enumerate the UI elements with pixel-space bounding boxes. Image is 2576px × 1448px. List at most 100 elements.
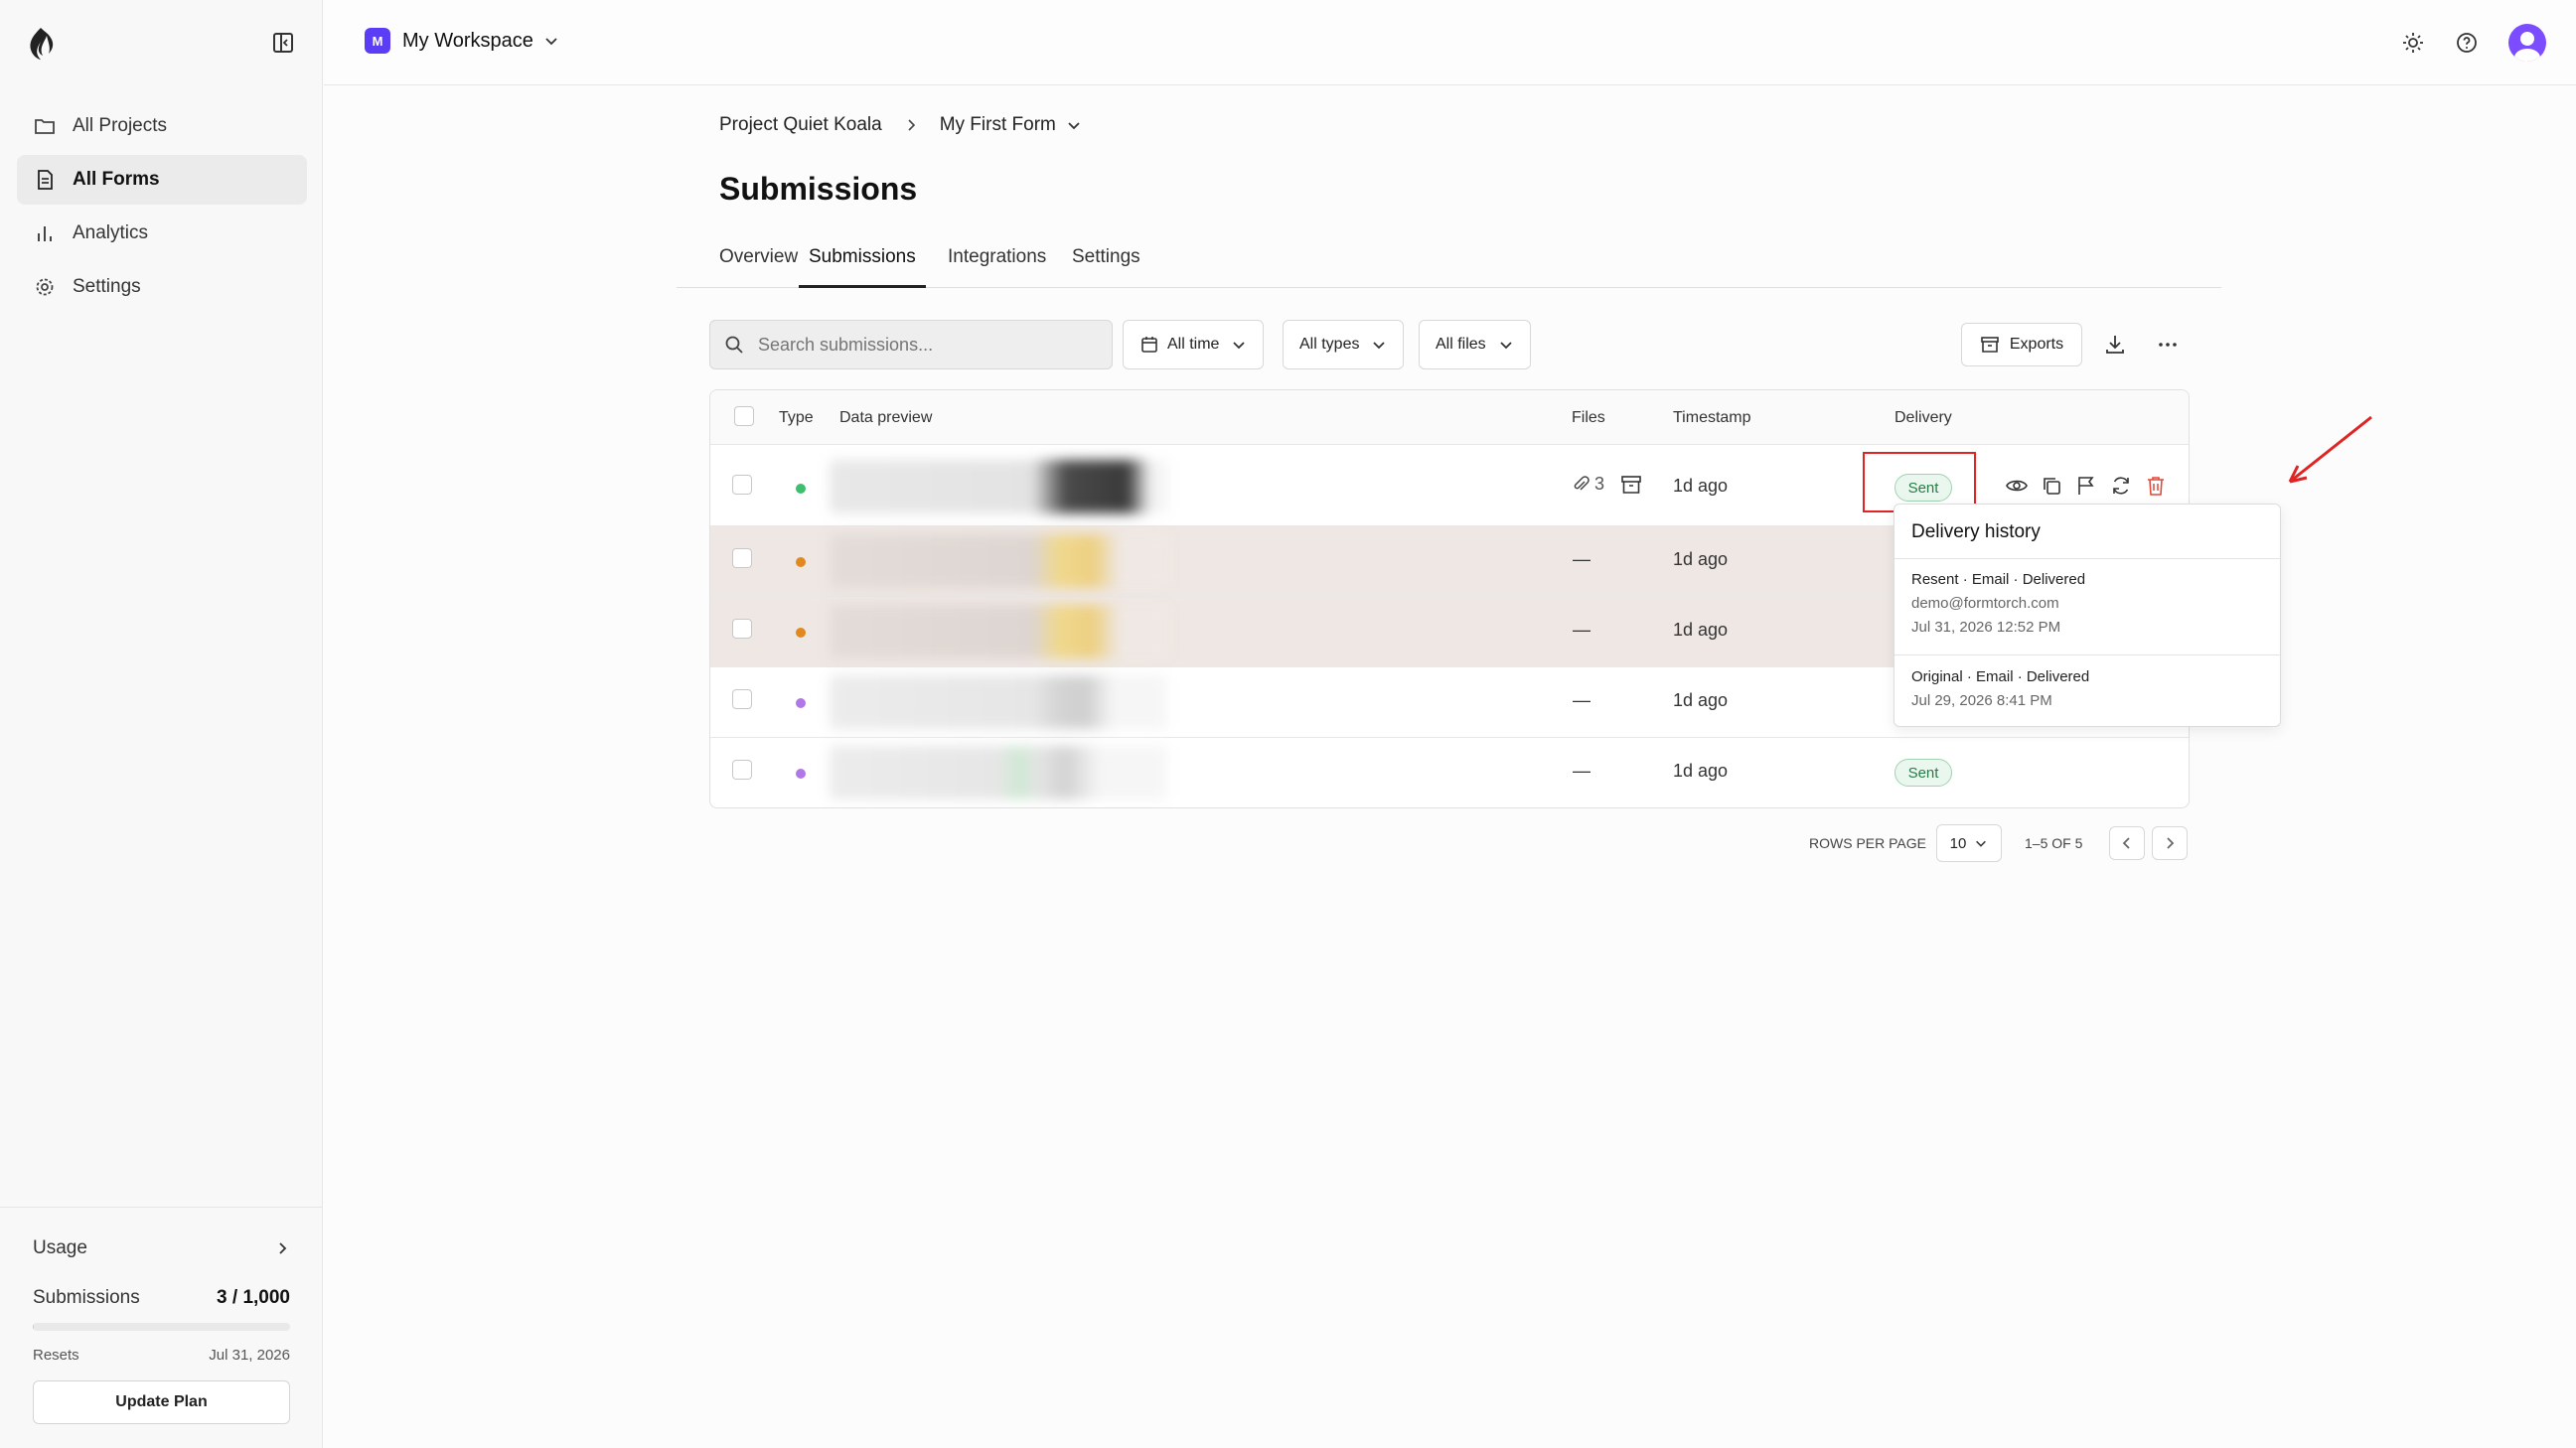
sidebar-item-all-forms[interactable]: All Forms	[17, 155, 307, 205]
search-icon	[724, 335, 744, 355]
breadcrumb: Project Quiet Koala My First Form	[719, 114, 1082, 136]
workspace-switcher[interactable]: M My Workspace	[365, 28, 559, 54]
delivery-entry: Resent · Email · Delivered demo@formtorc…	[1911, 568, 2085, 640]
tab-submissions[interactable]: Submissions	[799, 246, 926, 288]
tab-overview[interactable]: Overview	[719, 246, 798, 288]
sidebar: All Projects All Forms Analytics Setting…	[0, 0, 323, 1448]
archive-icon	[1980, 335, 2000, 355]
chevron-down-icon[interactable]	[1066, 117, 1082, 133]
select-all-checkbox[interactable]	[734, 406, 754, 426]
copy-icon[interactable]	[2041, 475, 2062, 497]
data-preview-blurred[interactable]	[830, 460, 1167, 513]
update-plan-button[interactable]: Update Plan	[33, 1380, 290, 1424]
header-timestamp: Timestamp	[1673, 409, 1751, 426]
archive-icon[interactable]	[1620, 474, 1642, 496]
table-row[interactable]: — 1d ago Sent	[710, 738, 2189, 807]
search-input[interactable]	[758, 334, 1096, 356]
time-filter[interactable]: All time	[1123, 320, 1265, 369]
usage-header[interactable]: Usage	[33, 1237, 290, 1259]
trash-icon[interactable]	[2145, 475, 2167, 497]
gear-icon	[34, 276, 56, 298]
delivery-status-badge[interactable]: Sent	[1894, 759, 1952, 787]
resend-icon[interactable]	[2110, 475, 2132, 497]
rows-per-page-value: 10	[1949, 834, 1967, 852]
chevron-right-icon	[2162, 835, 2178, 851]
timestamp: 1d ago	[1673, 761, 1729, 781]
files-cell: —	[1573, 690, 1591, 710]
breadcrumb-project[interactable]: Project Quiet Koala	[719, 114, 882, 136]
paperclip-icon	[1571, 475, 1591, 495]
type-filter[interactable]: All types	[1283, 320, 1405, 369]
chevron-down-icon	[1498, 337, 1514, 353]
tab-integrations[interactable]: Integrations	[948, 246, 1046, 288]
header-type: Type	[779, 409, 814, 426]
user-avatar[interactable]	[2508, 24, 2546, 62]
topbar-actions	[2371, 24, 2546, 62]
chevron-down-icon	[543, 33, 559, 49]
resets-date: Jul 31, 2026	[209, 1347, 290, 1364]
header-delivery: Delivery	[1894, 409, 1952, 426]
chevron-down-icon	[1231, 337, 1247, 353]
row-checkbox[interactable]	[732, 760, 752, 780]
chevron-down-icon	[1371, 337, 1387, 353]
search-box[interactable]	[709, 320, 1113, 369]
flame-logo-icon[interactable]	[25, 26, 57, 62]
chevron-left-icon	[2119, 835, 2135, 851]
sidebar-item-label: Settings	[73, 276, 141, 297]
row-checkbox[interactable]	[732, 548, 752, 568]
bar-chart-icon	[34, 222, 56, 244]
sidebar-item-settings[interactable]: Settings	[17, 262, 307, 312]
resets-row: Resets Jul 31, 2026	[33, 1347, 290, 1364]
sidebar-item-analytics[interactable]: Analytics	[17, 209, 307, 258]
row-checkbox[interactable]	[732, 689, 752, 709]
header-data-preview: Data preview	[839, 409, 933, 426]
type-indicator	[796, 698, 806, 708]
breadcrumb-form[interactable]: My First Form	[940, 114, 1056, 136]
sidebar-nav: All Projects All Forms Analytics Setting…	[17, 101, 307, 316]
type-indicator	[796, 484, 806, 494]
time-filter-label: All time	[1167, 336, 1220, 353]
type-indicator	[796, 769, 806, 779]
more-options-icon[interactable]	[2156, 333, 2180, 357]
tab-bar: Overview Submissions Integrations Settin…	[677, 238, 2221, 288]
exports-button[interactable]: Exports	[1961, 323, 2082, 366]
sidebar-item-all-projects[interactable]: All Projects	[17, 101, 307, 151]
type-filter-label: All types	[1299, 336, 1360, 353]
sidebar-item-label: All Forms	[73, 169, 160, 190]
timestamp: 1d ago	[1673, 549, 1729, 569]
help-icon[interactable]	[2455, 31, 2479, 55]
divider	[1894, 654, 2280, 655]
file-count: 3	[1594, 474, 1605, 494]
data-preview-blurred[interactable]	[830, 746, 1167, 799]
delivery-entry-time: Jul 29, 2026 8:41 PM	[1911, 692, 2052, 709]
resets-label: Resets	[33, 1347, 79, 1364]
row-checkbox[interactable]	[732, 475, 752, 495]
data-preview-blurred[interactable]	[830, 605, 1167, 658]
row-checkbox[interactable]	[732, 619, 752, 639]
eye-icon[interactable]	[2006, 475, 2028, 497]
exports-label: Exports	[2009, 336, 2064, 353]
prev-page-button[interactable]	[2109, 826, 2145, 860]
data-preview-blurred[interactable]	[830, 675, 1167, 729]
rows-per-page-select[interactable]: 10	[1936, 824, 2002, 862]
tab-settings[interactable]: Settings	[1072, 246, 1140, 288]
collapse-sidebar-icon[interactable]	[270, 30, 296, 56]
download-icon[interactable]	[2103, 333, 2127, 357]
delivery-entry-recipient: demo@formtorch.com	[1911, 595, 2059, 612]
files-cell: —	[1573, 761, 1591, 781]
sun-icon[interactable]	[2401, 31, 2425, 55]
page-range: 1–5 OF 5	[2025, 835, 2083, 851]
submissions-label: Submissions	[33, 1287, 140, 1308]
next-page-button[interactable]	[2152, 826, 2188, 860]
workspace-name: My Workspace	[402, 29, 533, 52]
files-cell: 3	[1571, 474, 1604, 495]
flag-icon[interactable]	[2075, 475, 2097, 497]
sidebar-item-label: All Projects	[73, 115, 168, 136]
topbar: M My Workspace	[324, 0, 2576, 85]
popover-title: Delivery history	[1911, 521, 2041, 542]
delivery-entry: Original · Email · Delivered Jul 29, 202…	[1911, 665, 2089, 713]
type-indicator	[796, 557, 806, 567]
data-preview-blurred[interactable]	[830, 534, 1167, 588]
files-filter[interactable]: All files	[1419, 320, 1531, 369]
files-filter-label: All files	[1436, 336, 1486, 353]
